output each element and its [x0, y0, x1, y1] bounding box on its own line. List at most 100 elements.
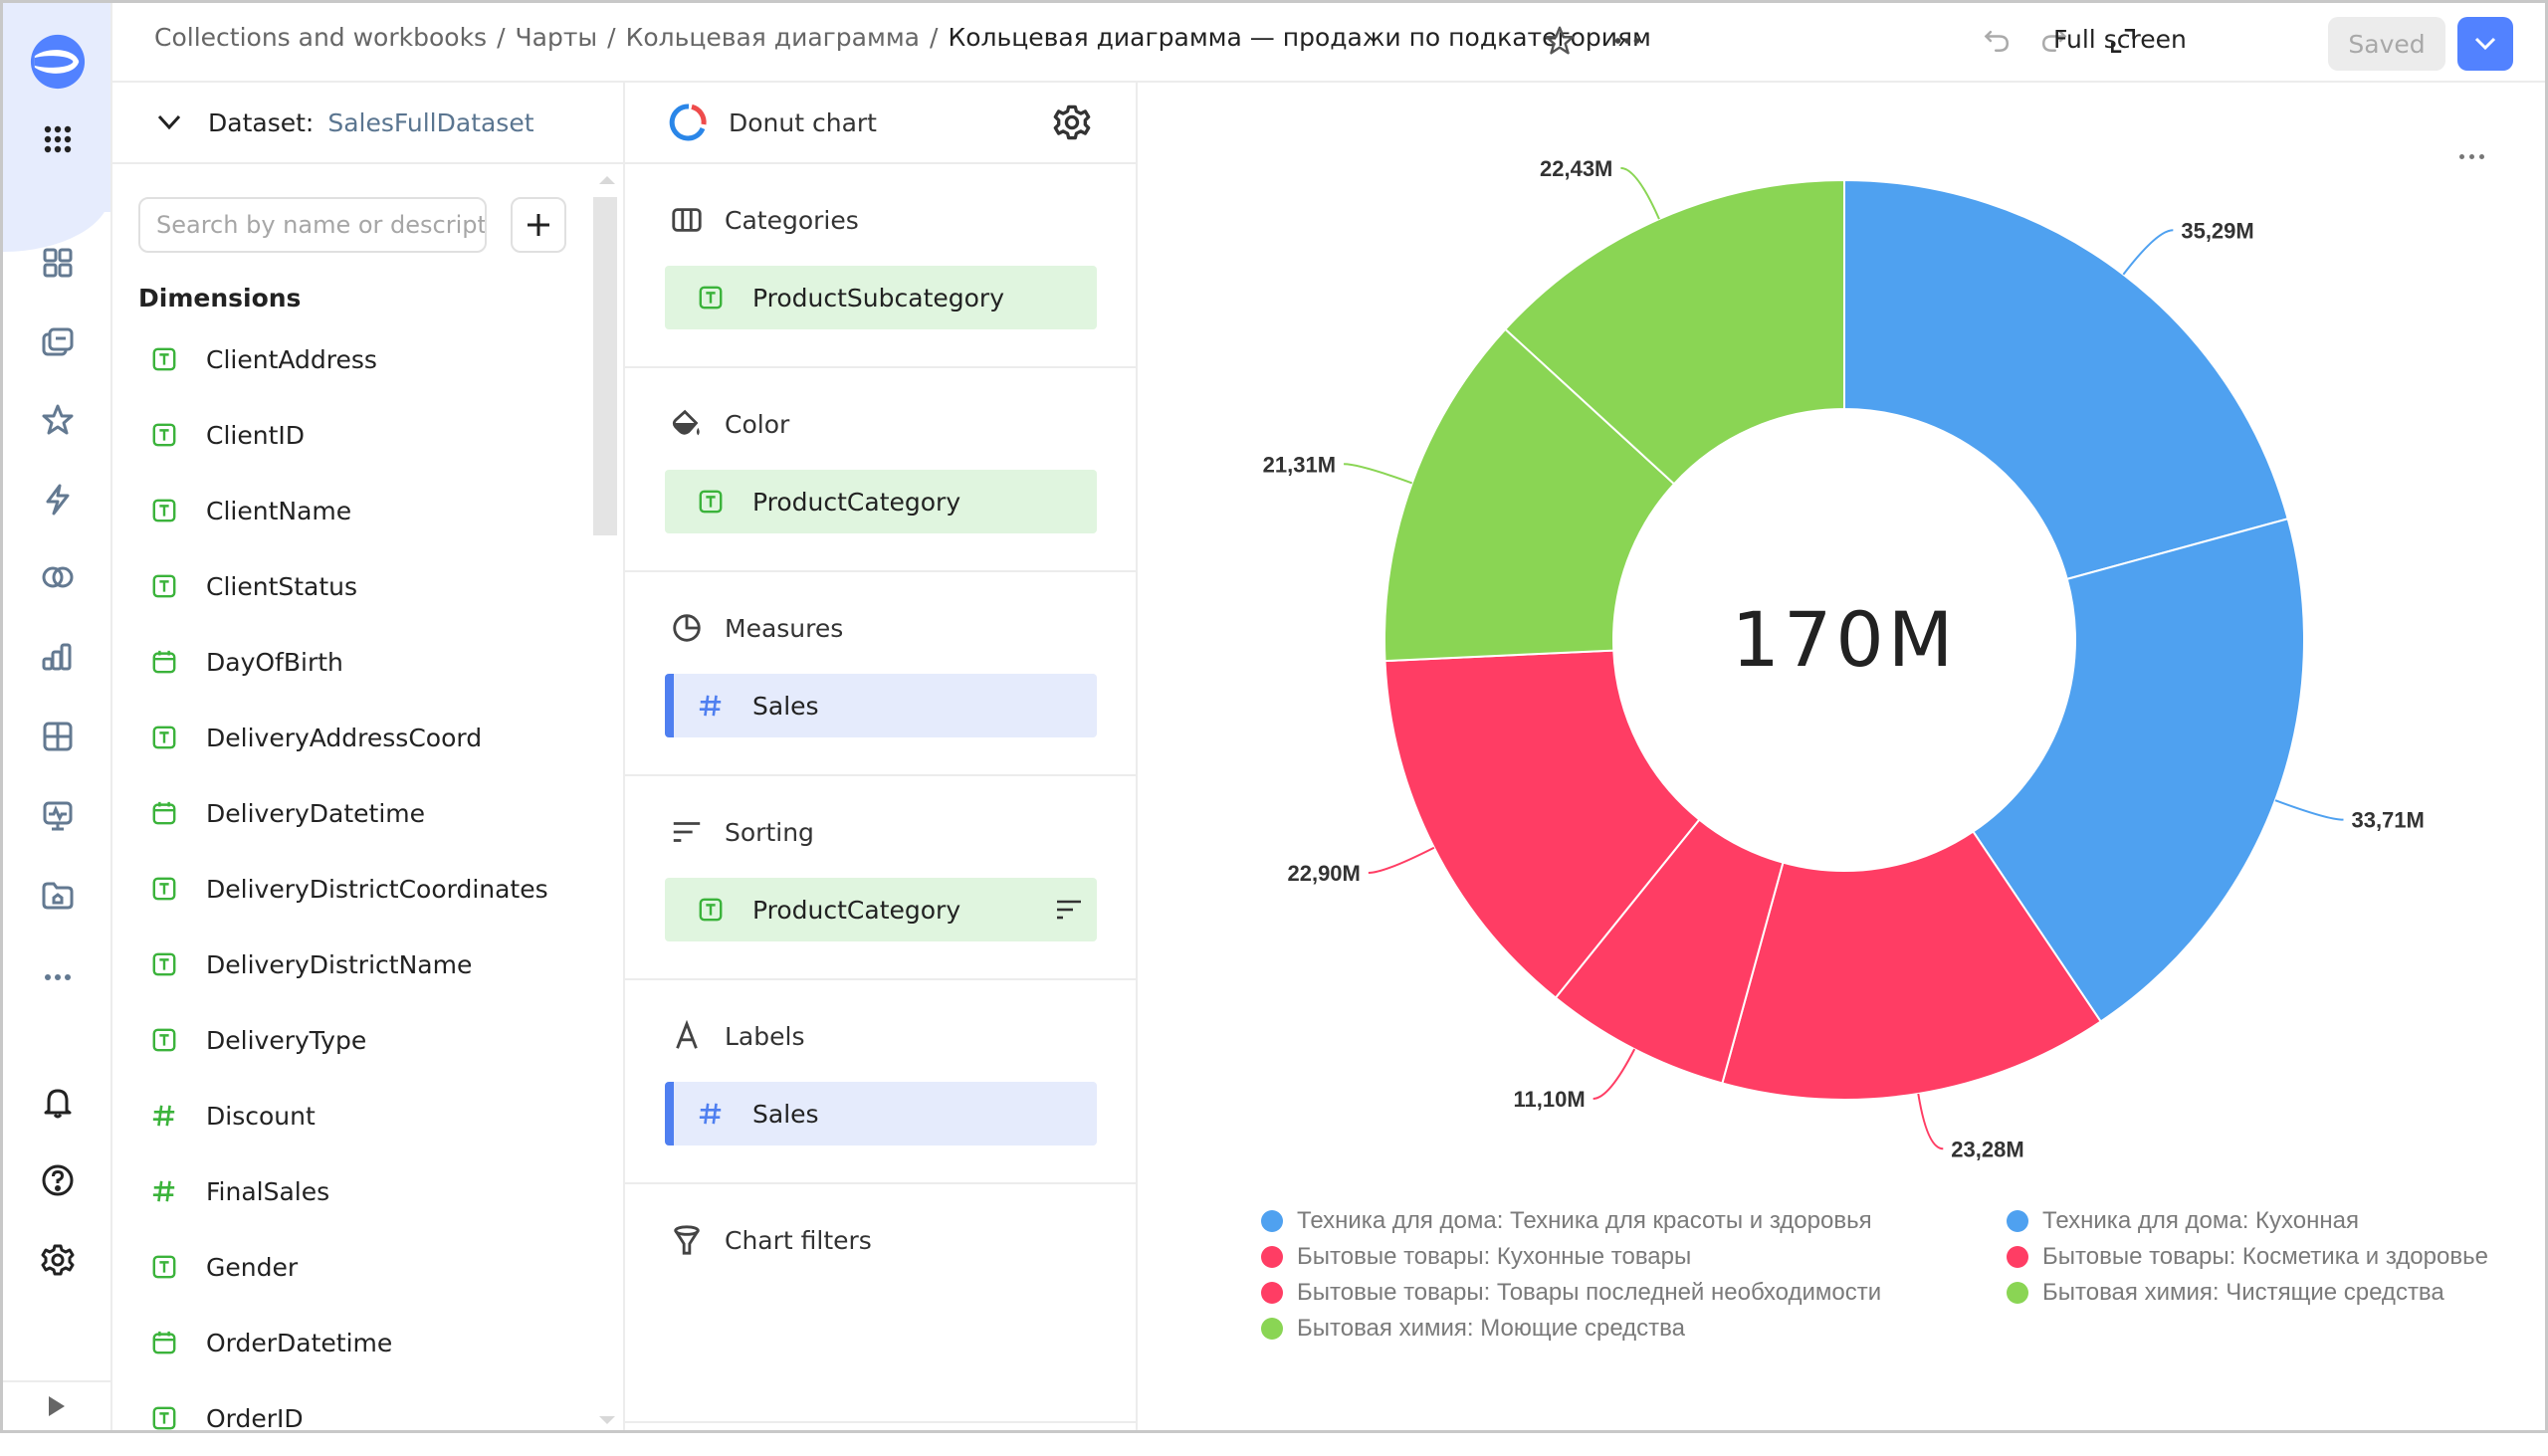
hash-icon	[150, 1102, 178, 1130]
legend-item[interactable]: Бытовая химия: Чистящие средства	[2007, 1279, 2444, 1307]
donut-chart-icon	[669, 104, 707, 141]
section-title: Sorting	[669, 814, 814, 850]
field-name: ClientID	[206, 420, 305, 450]
dataset-field-item[interactable]: ClientName	[138, 473, 576, 548]
section-measures: Measures Sales	[625, 572, 1136, 776]
section-label: Measures	[725, 613, 844, 643]
home-folder-icon[interactable]	[37, 875, 79, 917]
section-title: Categories	[669, 202, 859, 238]
legend-item[interactable]: Бытовые товары: Косметика и здоровье	[2007, 1243, 2488, 1271]
connections-icon[interactable]	[37, 479, 79, 520]
add-field-button[interactable]	[511, 197, 566, 253]
charts-icon[interactable]	[37, 636, 79, 678]
donut-total-label: 170M	[1732, 595, 1958, 684]
top-header: Collections and workbooks / Чарты / Коль…	[112, 3, 2545, 83]
breadcrumb-collections[interactable]: Collections and workbooks	[154, 23, 487, 52]
dataset-field-item[interactable]: ClientAddress	[138, 321, 576, 397]
legend-label: Бытовые товары: Товары последней необход…	[1297, 1279, 1882, 1306]
field-name: DeliveryAddressCoord	[206, 723, 483, 752]
breadcrumb-folder[interactable]: Кольцевая диаграмма	[626, 23, 920, 52]
legend-item[interactable]: Бытовые товары: Товары последней необход…	[1261, 1279, 1963, 1307]
fullscreen-label[interactable]: Full screen	[2053, 25, 2187, 54]
logo-icon[interactable]	[29, 33, 87, 91]
expand-rail-button[interactable]	[3, 1380, 110, 1430]
breadcrumb-charts[interactable]: Чарты	[516, 23, 598, 52]
placed-field-productsubcategory[interactable]: ProductSubcategory	[665, 266, 1097, 329]
chart-settings-gear-icon[interactable]	[1052, 103, 1092, 142]
favorite-star-button[interactable]	[1540, 21, 1580, 61]
sort-direction-icon[interactable]	[1055, 898, 1083, 922]
dataset-field-item[interactable]: DeliveryDistrictName	[138, 927, 576, 1002]
dataset-field-item[interactable]: DayOfBirth	[138, 624, 576, 700]
star-icon	[1545, 26, 1575, 55]
legend-item[interactable]: Бытовая химия: Моющие средства	[1261, 1315, 1963, 1343]
legend-item[interactable]: Бытовые товары: Кухонные товары	[1261, 1243, 1963, 1271]
breadcrumb-separator: /	[930, 23, 939, 52]
dataset-field-item[interactable]: ClientID	[138, 397, 576, 473]
field-list-scrollbar[interactable]	[593, 197, 617, 535]
placed-field-sales[interactable]: Sales	[665, 674, 1097, 737]
placed-field-sales[interactable]: Sales	[665, 1082, 1097, 1145]
more-actions-button[interactable]	[1607, 21, 1647, 61]
placed-field-label: ProductCategory	[752, 895, 961, 925]
workbooks-icon[interactable]	[37, 321, 79, 363]
saved-button[interactable]: Saved	[2328, 17, 2445, 71]
field-name: OrderDatetime	[206, 1328, 393, 1357]
dataset-field-item[interactable]: OrderID	[138, 1380, 576, 1456]
field-name: Discount	[206, 1101, 316, 1131]
field-search-input[interactable]	[138, 197, 487, 253]
legend-label: Техника для дома: Техника для красоты и …	[1297, 1207, 1872, 1234]
dataset-field-item[interactable]: Discount	[138, 1078, 576, 1153]
dashboards-icon[interactable]	[37, 716, 79, 757]
funnel-icon	[669, 1222, 705, 1258]
placed-field-productcategory[interactable]: ProductCategory	[665, 878, 1097, 941]
legend-color-dot	[1261, 1210, 1283, 1232]
legend-item[interactable]: Техника для дома: Кухонная	[2007, 1207, 2359, 1235]
dataset-selector[interactable]: Dataset: SalesFullDataset	[112, 83, 623, 164]
more-icon[interactable]	[37, 956, 79, 998]
field-name: DeliveryType	[206, 1025, 367, 1055]
dataset-field-item[interactable]: Gender	[138, 1229, 576, 1305]
paint-bucket-icon	[669, 406, 705, 442]
dataset-field-item[interactable]: ClientStatus	[138, 548, 576, 624]
monitoring-icon[interactable]	[37, 795, 79, 837]
letter-a-icon	[669, 1018, 705, 1054]
dataset-name[interactable]: SalesFullDataset	[327, 108, 533, 137]
favorites-icon[interactable]	[37, 399, 79, 441]
legend-row: Бытовые товары: Кухонные товары Бытовые т…	[1261, 1239, 2505, 1275]
legend-color-dot	[1261, 1246, 1283, 1268]
chart-type-selector[interactable]: Donut chart	[625, 83, 1136, 164]
dataset-field-item[interactable]: DeliveryAddressCoord	[138, 700, 576, 775]
app-window: Collections and workbooks / Чарты / Коль…	[0, 0, 2548, 1433]
data-label-connector	[2122, 229, 2174, 276]
dataset-field-item[interactable]: DeliveryDistrictCoordinates	[138, 851, 576, 927]
legend-label: Бытовые товары: Косметика и здоровье	[2042, 1243, 2488, 1270]
placed-field-label: ProductCategory	[752, 487, 961, 517]
data-label-connector	[1917, 1093, 1944, 1150]
hash-icon	[697, 692, 725, 720]
notifications-icon[interactable]	[37, 1082, 79, 1124]
dataset-field-item[interactable]: DeliveryType	[138, 1002, 576, 1078]
settings-icon[interactable]	[37, 1239, 79, 1281]
help-icon[interactable]	[37, 1159, 79, 1201]
field-name: DayOfBirth	[206, 647, 343, 677]
placed-field-productcategory[interactable]: ProductCategory	[665, 470, 1097, 533]
datasets-icon[interactable]	[37, 556, 79, 598]
apps-grid-icon[interactable]	[37, 118, 79, 160]
legend-label: Бытовые товары: Кухонные товары	[1297, 1243, 1692, 1270]
legend-color-dot	[2007, 1282, 2028, 1304]
scroll-down-arrow[interactable]	[599, 1416, 615, 1424]
dataset-field-item[interactable]: FinalSales	[138, 1153, 576, 1229]
legend-label: Бытовая химия: Чистящие средства	[2042, 1279, 2444, 1306]
data-label-connector	[1620, 166, 1660, 220]
legend-item[interactable]: Техника для дома: Техника для красоты и …	[1261, 1207, 1963, 1235]
section-label: Sorting	[725, 817, 814, 847]
section-title: Color	[669, 406, 789, 442]
save-options-dropdown-button[interactable]	[2457, 17, 2513, 71]
section-title: Chart filters	[669, 1222, 872, 1258]
dataset-field-item[interactable]: OrderDatetime	[138, 1305, 576, 1380]
collections-icon[interactable]	[37, 242, 79, 284]
dataset-field-item[interactable]: DeliveryDatetime	[138, 775, 576, 851]
undo-button[interactable]	[1978, 21, 2017, 61]
scroll-up-arrow[interactable]	[599, 176, 615, 184]
